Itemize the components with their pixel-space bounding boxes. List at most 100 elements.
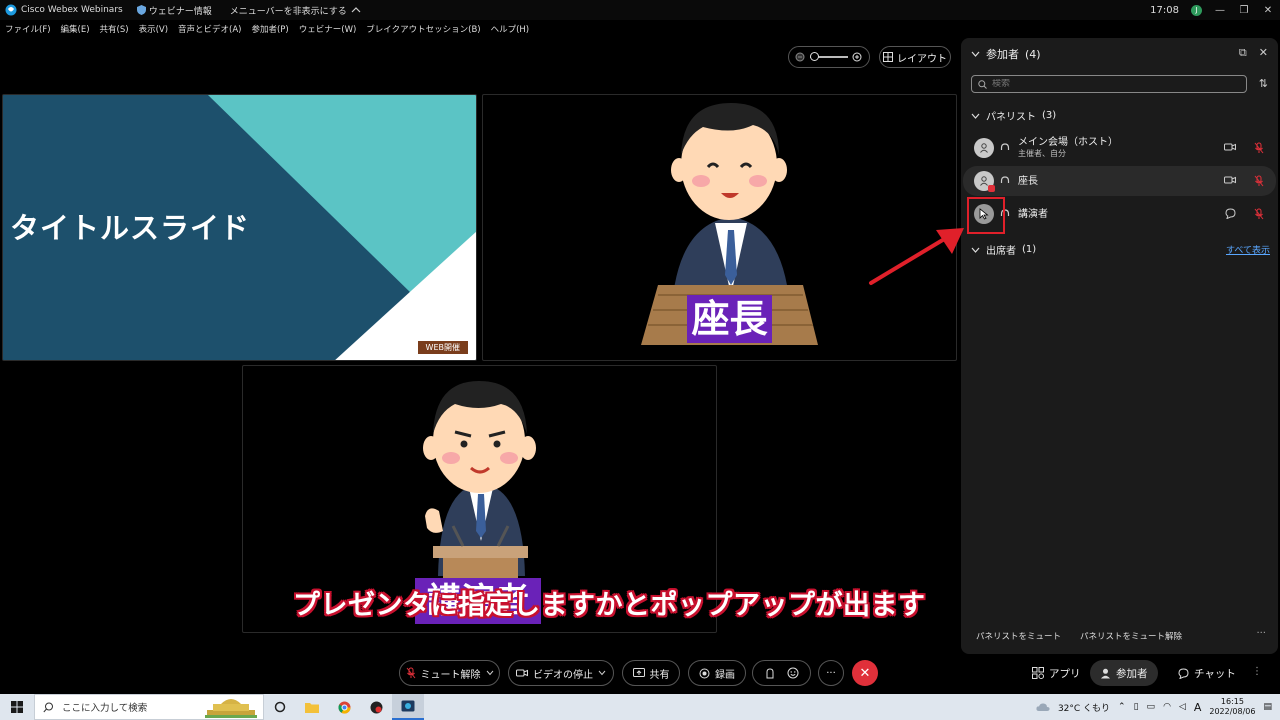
minimize-icon[interactable]: — (1214, 4, 1226, 16)
attendees-section[interactable]: 出席者 (1) (971, 242, 1036, 257)
close-window-icon[interactable]: ✕ (1262, 4, 1274, 16)
emoji-icon[interactable] (787, 667, 799, 679)
close-icon: ✕ (859, 665, 871, 681)
record-label: 録画 (715, 669, 735, 681)
menu-edit[interactable]: 編集(E) (61, 23, 90, 35)
record-icon (699, 668, 710, 678)
hide-menubar-button[interactable]: メニューバーを非表示にする (230, 4, 361, 17)
weather-cloud-icon (1036, 703, 1050, 711)
menu-participants[interactable]: 参加者(P) (251, 23, 288, 35)
unmute-button[interactable]: ミュート解除 (399, 660, 500, 686)
chevron-up-icon (351, 7, 361, 13)
close-panel-icon[interactable]: ✕ (1259, 46, 1268, 60)
chevron-down-icon[interactable] (598, 670, 606, 676)
muted-mic-icon[interactable] (1254, 142, 1264, 154)
menu-file[interactable]: ファイル(F) (5, 23, 51, 35)
more-options-icon[interactable]: ··· (1256, 628, 1266, 639)
panelist-row-chair[interactable]: 座長 (963, 166, 1276, 196)
webex-window: Cisco Webex Webinars ウェビナー情報 メニューバーを非表示に… (0, 0, 1280, 720)
windows-logo-icon (11, 701, 23, 713)
apps-label: アプリ (1049, 667, 1081, 680)
notification-icon[interactable]: ▤ (1263, 702, 1272, 712)
menu-help[interactable]: ヘルプ(H) (491, 23, 530, 35)
app-icon[interactable] (360, 694, 392, 720)
speaker-icon[interactable]: ◁ (1179, 702, 1186, 712)
leave-meeting-button[interactable]: ✕ (852, 660, 878, 686)
person-icon (980, 176, 988, 186)
zoom-slider[interactable] (788, 46, 870, 68)
menu-share[interactable]: 共有(S) (100, 23, 129, 35)
panelist-row-host[interactable]: メイン会場（ホスト） 主催者、自分 (963, 133, 1276, 163)
network-icon[interactable]: ▯ (1134, 702, 1139, 712)
panel-title: 参加者 (986, 48, 1019, 61)
panelists-section[interactable]: パネリスト (3) (971, 108, 1056, 123)
layout-button[interactable]: レイアウト (879, 46, 951, 68)
battery-icon[interactable]: ▭ (1147, 702, 1156, 712)
video-camera-icon[interactable] (1224, 142, 1236, 152)
panelist-name: 座長 (1018, 175, 1038, 187)
participants-button[interactable]: 参加者 (1090, 660, 1158, 686)
muted-mic-icon[interactable] (1254, 208, 1264, 220)
menu-audio-video[interactable]: 音声とビデオ(A) (178, 23, 241, 35)
record-button[interactable]: 録画 (688, 660, 746, 686)
shield-icon (136, 5, 146, 15)
restore-icon[interactable]: ❐ (1238, 4, 1250, 16)
chat-button[interactable]: チャット (1168, 660, 1246, 686)
raise-hand-icon[interactable] (765, 667, 775, 679)
weather-text: 32°C くもり (1057, 703, 1111, 714)
slide-badge: WEB開催 (417, 341, 468, 354)
chevron-down-icon[interactable] (486, 670, 494, 676)
user-avatar[interactable]: J (1191, 4, 1202, 16)
zoom-knob[interactable] (810, 52, 819, 61)
search-input[interactable] (992, 79, 1222, 89)
popout-icon[interactable]: ⧉ (1239, 46, 1247, 60)
show-all-link[interactable]: すべて表示 (1226, 243, 1270, 256)
menu-view[interactable]: 表示(V) (139, 23, 168, 35)
avatar (974, 171, 995, 192)
chevron-down-icon[interactable] (971, 51, 980, 57)
webex-taskbar-icon[interactable] (392, 694, 424, 720)
panelist-row-speaker[interactable]: 講演者 (963, 199, 1276, 229)
participant-search[interactable] (971, 75, 1247, 93)
more-options-icon[interactable]: ⋮ (1252, 666, 1262, 677)
chat-bubble-icon[interactable] (1225, 208, 1236, 219)
menu-webinar[interactable]: ウェビナー(W) (299, 23, 357, 35)
zoom-out-icon[interactable] (795, 52, 806, 63)
apps-button[interactable]: アプリ (1022, 660, 1091, 686)
menu-breakout[interactable]: ブレイクアウトセッション(B) (366, 23, 480, 35)
stop-video-button[interactable]: ビデオの停止 (508, 660, 614, 686)
file-explorer-icon[interactable] (296, 694, 328, 720)
share-button[interactable]: 共有 (622, 660, 680, 686)
headset-icon (998, 176, 1012, 186)
shared-slide-tile[interactable]: タイトルスライド WEB開催 (2, 94, 477, 361)
video-camera-icon (516, 669, 528, 677)
annotation-arrow-icon (869, 228, 964, 285)
title-bar: Cisco Webex Webinars ウェビナー情報 メニューバーを非表示に… (0, 0, 1280, 20)
video-camera-icon[interactable] (1224, 175, 1236, 185)
webinar-info-button[interactable]: ウェビナー情報 (136, 4, 212, 17)
sort-icon[interactable]: ⇅ (1259, 77, 1268, 90)
panelist-name: 講演者 (1018, 208, 1048, 220)
stop-video-label: ビデオの停止 (533, 669, 593, 681)
search-icon (978, 79, 987, 89)
taskbar-date: 2022/08/06 (1209, 707, 1256, 716)
chrome-icon[interactable] (328, 694, 360, 720)
zoom-in-icon[interactable] (852, 52, 863, 63)
mute-panelists-button[interactable]: パネリストをミュート (976, 630, 1061, 642)
unmute-panelists-button[interactable]: パネリストをミュート解除 (1080, 630, 1182, 642)
taskbar-search[interactable]: ここに入力して検索 (34, 694, 264, 720)
layout-label: レイアウト (897, 53, 947, 65)
ime-indicator[interactable]: A (1194, 701, 1202, 714)
tray-chevron-icon[interactable]: ⌃ (1118, 702, 1126, 712)
landmark-illustration-icon (205, 699, 257, 718)
zoom-track[interactable] (810, 52, 848, 61)
more-label: ··· (826, 667, 836, 679)
task-view-icon[interactable] (264, 694, 296, 720)
wifi-icon[interactable]: ◠ (1163, 702, 1171, 712)
taskbar-time: 16:15 (1220, 697, 1244, 706)
more-button[interactable]: ··· (818, 660, 844, 686)
start-button[interactable] (0, 701, 34, 713)
chat-label: チャット (1194, 667, 1236, 680)
muted-mic-icon[interactable] (1254, 175, 1264, 187)
taskbar-clock[interactable]: 16:15 2022/08/06 (1209, 697, 1255, 717)
